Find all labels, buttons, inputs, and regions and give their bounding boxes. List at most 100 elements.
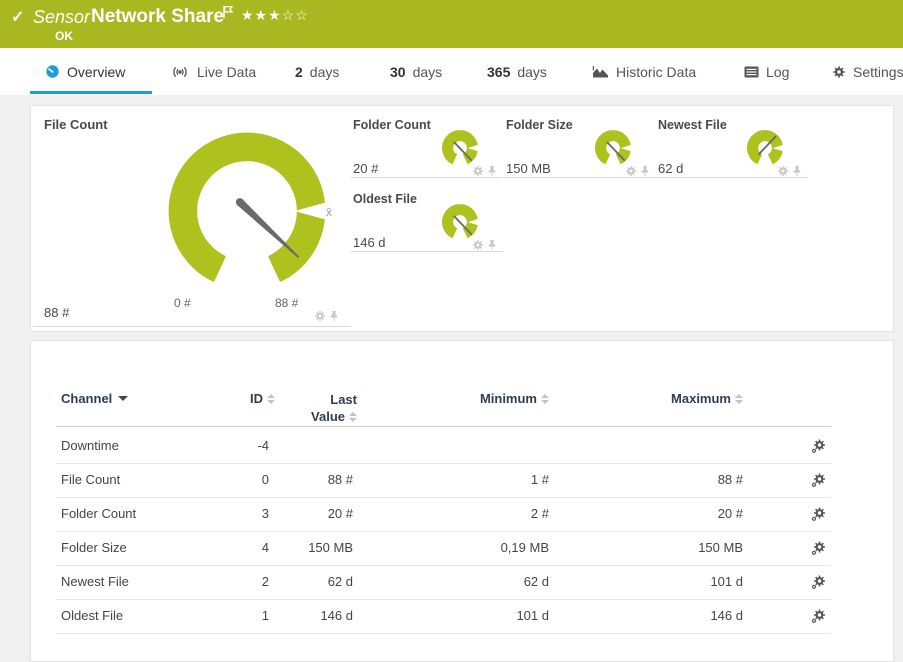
pin-icon[interactable]: [486, 164, 498, 182]
channel-name[interactable]: File Count: [61, 464, 120, 495]
tab-live-data[interactable]: Live Data: [170, 48, 256, 95]
content-area: File Count x̄ 0 # 88 # 88 # Folder Count: [0, 95, 903, 662]
channel-id: -4: [181, 430, 269, 461]
column-header-last-value[interactable]: LastValue: [271, 391, 357, 425]
pin-icon[interactable]: [791, 164, 803, 182]
sort-icon: [349, 412, 357, 422]
mini-gauge-title: Newest File: [658, 118, 727, 132]
mini-gauge-value: 146 d: [353, 235, 386, 250]
channel-last-value: 20 #: [271, 498, 353, 529]
table-row[interactable]: File Count088 #1 #88 #: [56, 464, 831, 498]
mini-gauge-value: 62 d: [658, 161, 683, 176]
table-row[interactable]: Oldest File1146 d101 d146 d: [56, 600, 831, 634]
gauge-scale-max: 88 #: [275, 296, 298, 310]
column-header-channel[interactable]: Channel: [61, 391, 128, 406]
channel-name[interactable]: Folder Size: [61, 532, 127, 563]
tab-2-days[interactable]: 2 days: [295, 48, 339, 95]
active-tab-indicator: [30, 91, 152, 94]
channel-minimum: 2 #: [431, 498, 549, 529]
tab-bar: Overview Live Data 2 days 30 days 365 da…: [0, 48, 903, 95]
tab-30-days-unit: days: [413, 64, 443, 80]
tab-overview[interactable]: Overview: [45, 48, 125, 95]
edit-channel-icon[interactable]: [811, 438, 827, 454]
column-header-id[interactable]: ID: [181, 391, 275, 406]
tab-log[interactable]: Log: [744, 48, 789, 95]
edit-channel-icon[interactable]: [811, 472, 827, 488]
mini-gauge-folder-size: Folder Size 150 MB: [504, 114, 656, 178]
table-row[interactable]: Folder Size4150 MB0,19 MB150 MB: [56, 532, 831, 566]
tab-30-days-number: 30: [390, 64, 406, 80]
sort-active-icon: [118, 396, 128, 401]
mini-gauge: [436, 199, 484, 240]
mini-gauge-title: Folder Size: [506, 118, 573, 132]
tab-settings[interactable]: Settings: [832, 48, 903, 95]
channel-maximum: 150 MB: [625, 532, 743, 563]
pin-icon[interactable]: [639, 164, 651, 182]
channel-id: 1: [181, 600, 269, 631]
channel-gear-icon[interactable]: [472, 164, 484, 182]
channel-gear-icon[interactable]: [777, 164, 789, 182]
mini-gauge: [741, 125, 789, 166]
mini-gauge-value: 150 MB: [506, 161, 551, 176]
column-header-maximum[interactable]: Maximum: [645, 391, 743, 406]
channel-gear-icon[interactable]: [314, 309, 326, 327]
channel-gear-icon[interactable]: [625, 164, 637, 182]
average-marker: x̄: [326, 205, 332, 219]
channel-minimum: 1 #: [431, 464, 549, 495]
gear-icon: [832, 65, 846, 79]
channel-last-value: 62 d: [271, 566, 353, 597]
tab-live-data-label: Live Data: [197, 64, 256, 80]
channel-id: 3: [181, 498, 269, 529]
prtg-sensor-page: { "header": { "checkmark": "✓", "type_la…: [0, 0, 903, 662]
channel-maximum: 88 #: [625, 464, 743, 495]
gauge-scale-min: 0 #: [174, 296, 191, 310]
mini-gauge: [436, 125, 484, 166]
stars-filled: ★★★: [241, 7, 282, 23]
tab-historic-data-label: Historic Data: [616, 64, 696, 80]
channel-table-body: Downtime-4File Count088 #1 #88 #Folder C…: [56, 430, 831, 634]
tab-2-days-number: 2: [295, 64, 303, 80]
object-type-label: Sensor: [33, 7, 90, 28]
channel-name[interactable]: Folder Count: [61, 498, 136, 529]
channel-maximum: 146 d: [625, 600, 743, 631]
channel-name[interactable]: Newest File: [61, 566, 129, 597]
sensor-status-bar: ✓ Sensor Network Share ★★★☆☆ OK: [0, 0, 903, 48]
priority-stars[interactable]: ★★★☆☆: [241, 7, 309, 24]
tab-historic-data[interactable]: Historic Data: [592, 48, 696, 95]
broadcast-icon: [170, 65, 190, 79]
mini-gauge: [589, 125, 637, 166]
channel-name[interactable]: Oldest File: [61, 600, 123, 631]
mini-gauge-title: Folder Count: [353, 118, 431, 132]
channel-gear-icon[interactable]: [472, 238, 484, 256]
channel-name[interactable]: Downtime: [61, 430, 119, 461]
table-row[interactable]: Downtime -4: [56, 430, 831, 464]
flag-icon[interactable]: [222, 5, 234, 24]
edit-channel-icon[interactable]: [811, 608, 827, 624]
edit-channel-icon[interactable]: [811, 574, 827, 590]
channel-maximum: 101 d: [625, 566, 743, 597]
column-header-minimum[interactable]: Minimum: [451, 391, 549, 406]
tab-2-days-unit: days: [310, 64, 340, 80]
table-row[interactable]: Newest File262 d62 d101 d: [56, 566, 831, 600]
channel-id: 4: [181, 532, 269, 563]
edit-channel-icon[interactable]: [811, 506, 827, 522]
channel-minimum: 0,19 MB: [431, 532, 549, 563]
table-row[interactable]: Folder Count320 #2 #20 #: [56, 498, 831, 532]
pin-icon[interactable]: [486, 238, 498, 256]
tab-365-days-unit: days: [517, 64, 547, 80]
channel-last-value: 150 MB: [271, 532, 353, 563]
area-chart-icon: [592, 65, 609, 78]
channel-id: 0: [181, 464, 269, 495]
sensor-name: Network Share: [91, 6, 224, 28]
edit-channel-icon[interactable]: [811, 540, 827, 556]
channel-maximum: 20 #: [625, 498, 743, 529]
tab-365-days-number: 365: [487, 64, 510, 80]
mini-gauge-newest-file: Newest File 62 d: [656, 114, 808, 178]
tab-365-days[interactable]: 365 days: [487, 48, 547, 95]
tab-30-days[interactable]: 30 days: [390, 48, 442, 95]
channel-minimum: 62 d: [431, 566, 549, 597]
pin-icon[interactable]: [328, 309, 340, 327]
primary-gauge-value: 88 #: [44, 305, 69, 320]
channel-last-value: 88 #: [271, 464, 353, 495]
channel-last-value: 146 d: [271, 600, 353, 631]
